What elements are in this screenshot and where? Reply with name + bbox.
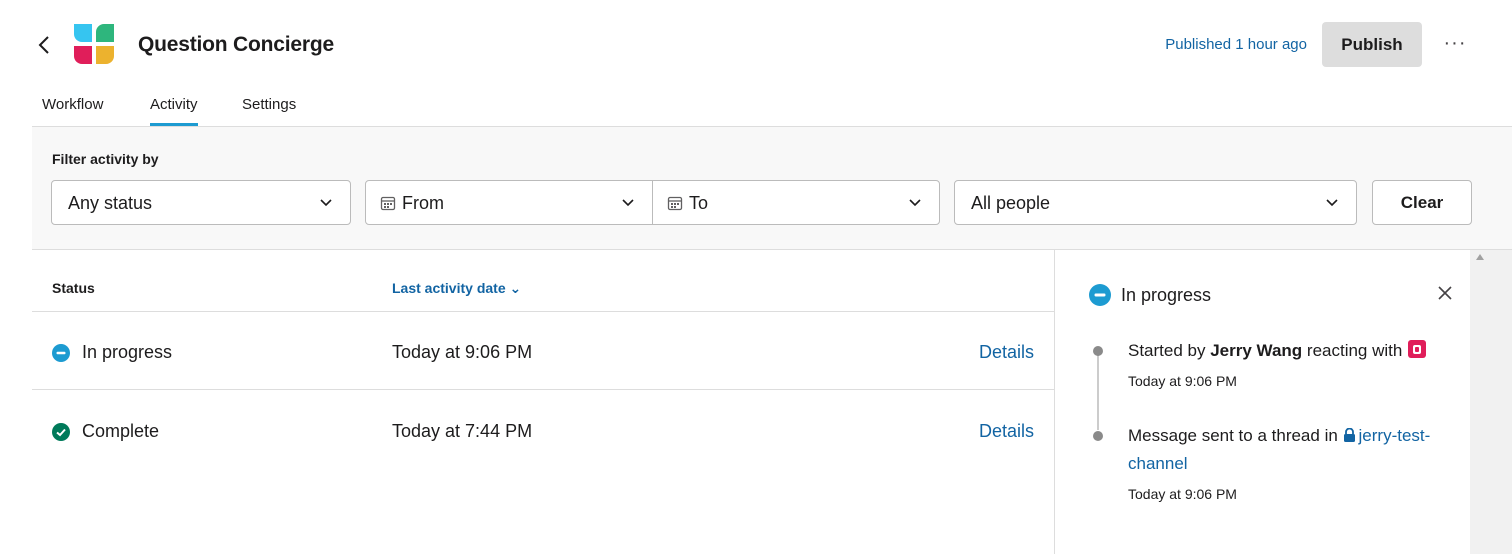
panel-status-text: In progress [1121,284,1212,305]
tab-bar: Workflow Activity Settings [0,90,1512,127]
filter-label: Filter activity by [52,151,159,167]
more-horizontal-icon: ··· [1443,32,1467,54]
activity-table: Status Last activity date ⌄ In progress … [32,250,1054,554]
chevron-down-icon [622,199,634,207]
lock-icon [1343,427,1355,442]
in-progress-icon [1089,284,1111,306]
table-row[interactable]: In progress Today at 9:06 PM Details [32,312,1054,390]
page-title: Question Concierge [138,33,334,56]
people-select-value: All people [971,193,1051,213]
timeline-dot [1093,346,1103,356]
more-options-button[interactable]: ··· [1440,30,1470,60]
status-text: Complete [82,421,160,441]
status-text: In progress [82,342,173,362]
close-icon [1438,286,1452,300]
column-header-status: Status [52,280,95,296]
timeline-event: Started by Jerry Wang reacting with [1128,337,1448,365]
calendar-icon [380,196,396,211]
status-cell: Complete [52,421,159,442]
row-divider [32,389,1054,390]
timeline-event-time: Today at 9:06 PM [1128,486,1237,502]
filter-panel: Filter activity by Any status From To Al… [32,127,1512,250]
details-link[interactable]: Details [979,342,1034,363]
calendar-icon [667,196,683,211]
chevron-left-icon [38,36,49,54]
app-logo [72,22,116,66]
people-select[interactable]: All people [954,180,1357,225]
column-header-last-activity[interactable]: Last activity date ⌄ [392,280,521,297]
date-cell: Today at 7:44 PM [392,421,533,441]
timeline-event: Message sent to a thread in jerry-test-c… [1128,426,1431,473]
from-date-value: From [402,193,444,213]
timeline-dot [1093,431,1103,441]
to-date-select[interactable]: To [652,180,940,225]
table-row[interactable]: Complete Today at 7:44 PM Details [32,391,1054,469]
scrollbar[interactable] [1470,250,1512,554]
close-panel-button[interactable] [1432,280,1458,306]
activity-details-panel: In progress Started by Jerry Wang reacti… [1054,250,1470,554]
scroll-up-arrow-icon[interactable] [1476,254,1484,260]
tab-workflow[interactable]: Workflow [42,96,103,123]
status-select-value: Any status [68,193,153,213]
chevron-down-icon [320,199,332,207]
panel-status: In progress [1089,284,1211,306]
timeline-event-time: Today at 9:06 PM [1128,373,1237,389]
person-name: Jerry Wang [1210,341,1303,360]
rotating-light-emoji-icon [1408,340,1427,358]
clear-filters-button[interactable]: Clear [1372,180,1472,225]
tab-settings[interactable]: Settings [242,96,296,123]
published-status[interactable]: Published 1 hour ago [1165,36,1307,53]
from-date-select[interactable]: From [365,180,653,225]
back-button[interactable] [36,32,52,58]
chevron-down-icon [909,199,921,207]
publish-button[interactable]: Publish [1322,22,1422,67]
in-progress-icon [52,343,70,362]
to-date-value: To [689,193,709,213]
details-link[interactable]: Details [979,421,1034,442]
check-circle-icon [52,422,70,441]
date-cell: Today at 9:06 PM [392,342,533,362]
tab-activity[interactable]: Activity [150,96,198,126]
chevron-down-icon [1326,199,1338,207]
status-cell: In progress [52,342,172,363]
workflow-header: Question Concierge Published 1 hour ago … [0,0,1512,90]
timeline-connector [1097,350,1099,430]
status-select[interactable]: Any status [51,180,351,225]
